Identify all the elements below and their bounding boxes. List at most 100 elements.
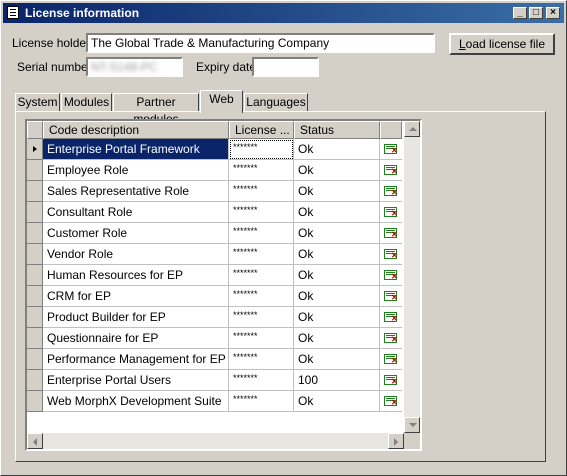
license-code-cell[interactable]: ******* [229, 202, 294, 223]
table-row[interactable]: Employee Role ******* Ok [27, 160, 402, 181]
license-edit-icon[interactable] [384, 249, 398, 260]
license-edit-icon[interactable] [384, 228, 398, 239]
action-cell[interactable] [380, 265, 402, 286]
license-edit-icon[interactable] [384, 312, 398, 323]
status-cell[interactable]: Ok [294, 202, 380, 223]
tab-partner-modules[interactable]: Partner modules [113, 93, 199, 126]
status-cell[interactable]: Ok [294, 139, 380, 160]
horizontal-scrollbar[interactable] [27, 433, 404, 449]
license-code-cell[interactable]: ******* [229, 307, 294, 328]
table-row[interactable]: Questionnaire for EP ******* Ok [27, 328, 402, 349]
license-edit-icon[interactable] [384, 396, 398, 407]
expiry-date-field[interactable] [252, 57, 319, 77]
license-code-cell[interactable]: ******* [229, 370, 294, 391]
close-button[interactable]: × [546, 7, 560, 19]
table-row[interactable]: Web MorphX Development Suite ******* Ok [27, 391, 402, 412]
action-cell[interactable] [380, 223, 402, 244]
row-selector[interactable] [27, 202, 43, 223]
license-grid[interactable]: Code description License ... Status Ente… [25, 119, 422, 451]
row-selector[interactable] [27, 307, 43, 328]
table-row[interactable]: Product Builder for EP ******* Ok [27, 307, 402, 328]
status-cell[interactable]: Ok [294, 286, 380, 307]
status-cell[interactable]: Ok [294, 349, 380, 370]
action-cell[interactable] [380, 160, 402, 181]
table-row[interactable]: CRM for EP ******* Ok [27, 286, 402, 307]
scroll-right-icon[interactable] [388, 433, 404, 449]
status-cell[interactable]: Ok [294, 307, 380, 328]
license-code-cell[interactable]: ******* [229, 391, 294, 412]
row-selector[interactable] [27, 328, 43, 349]
code-description-cell[interactable]: Human Resources for EP [43, 265, 229, 286]
table-row[interactable]: Sales Representative Role ******* Ok [27, 181, 402, 202]
action-cell[interactable] [380, 244, 402, 265]
scroll-left-icon[interactable] [27, 433, 43, 449]
license-code-cell[interactable]: ******* [229, 244, 294, 265]
tab-languages[interactable]: Languages [244, 93, 308, 112]
row-selector[interactable] [27, 139, 43, 160]
row-selector[interactable] [27, 244, 43, 265]
vertical-scrollbar[interactable] [404, 121, 420, 433]
code-description-cell[interactable]: Enterprise Portal Framework [43, 139, 229, 160]
row-selector[interactable] [27, 349, 43, 370]
license-edit-icon[interactable] [384, 333, 398, 344]
license-edit-icon[interactable] [384, 291, 398, 302]
action-cell[interactable] [380, 286, 402, 307]
table-row[interactable]: Performance Management for EP ******* Ok [27, 349, 402, 370]
table-row[interactable]: Enterprise Portal Framework ******* Ok [27, 139, 402, 160]
tab-web[interactable]: Web [200, 90, 243, 113]
code-description-cell[interactable]: Questionnaire for EP [43, 328, 229, 349]
license-code-cell[interactable]: ******* [229, 265, 294, 286]
action-cell[interactable] [380, 202, 402, 223]
tab-modules[interactable]: Modules [61, 93, 112, 112]
license-edit-icon[interactable] [384, 207, 398, 218]
minimize-button[interactable]: _ [513, 7, 527, 19]
license-code-cell[interactable]: ******* [229, 223, 294, 244]
status-cell[interactable]: Ok [294, 160, 380, 181]
row-selector[interactable] [27, 223, 43, 244]
license-edit-icon[interactable] [384, 354, 398, 365]
license-code-cell[interactable]: ******* [229, 349, 294, 370]
action-cell[interactable] [380, 328, 402, 349]
status-cell[interactable]: Ok [294, 265, 380, 286]
status-cell[interactable]: 100 [294, 370, 380, 391]
table-row[interactable]: Vendor Role ******* Ok [27, 244, 402, 265]
status-cell[interactable]: Ok [294, 328, 380, 349]
license-edit-icon[interactable] [384, 270, 398, 281]
table-row[interactable]: Human Resources for EP ******* Ok [27, 265, 402, 286]
license-code-cell[interactable]: ******* [229, 139, 294, 160]
scroll-up-icon[interactable] [404, 121, 420, 137]
license-code-cell[interactable]: ******* [229, 160, 294, 181]
license-edit-icon[interactable] [384, 375, 398, 386]
code-description-cell[interactable]: CRM for EP [43, 286, 229, 307]
action-cell[interactable] [380, 349, 402, 370]
row-selector[interactable] [27, 160, 43, 181]
row-selector[interactable] [27, 265, 43, 286]
code-description-cell[interactable]: Vendor Role [43, 244, 229, 265]
code-description-cell[interactable]: Product Builder for EP [43, 307, 229, 328]
table-row[interactable]: Customer Role ******* Ok [27, 223, 402, 244]
code-description-cell[interactable]: Performance Management for EP [43, 349, 229, 370]
row-selector[interactable] [27, 181, 43, 202]
code-description-cell[interactable]: Employee Role [43, 160, 229, 181]
action-cell[interactable] [380, 139, 402, 160]
license-edit-icon[interactable] [384, 186, 398, 197]
license-edit-icon[interactable] [384, 144, 398, 155]
code-description-cell[interactable]: Consultant Role [43, 202, 229, 223]
license-edit-icon[interactable] [384, 165, 398, 176]
action-cell[interactable] [380, 307, 402, 328]
code-description-cell[interactable]: Web MorphX Development Suite [43, 391, 229, 412]
code-description-cell[interactable]: Sales Representative Role [43, 181, 229, 202]
code-description-cell[interactable]: Enterprise Portal Users [43, 370, 229, 391]
load-license-file-button[interactable]: Load license file [449, 33, 555, 55]
action-cell[interactable] [380, 370, 402, 391]
license-code-cell[interactable]: ******* [229, 328, 294, 349]
column-header-code-description[interactable]: Code description [43, 121, 229, 139]
row-selector[interactable] [27, 391, 43, 412]
action-cell[interactable] [380, 391, 402, 412]
column-header-status[interactable]: Status [294, 121, 380, 139]
action-cell[interactable] [380, 181, 402, 202]
status-cell[interactable]: Ok [294, 181, 380, 202]
license-code-cell[interactable]: ******* [229, 181, 294, 202]
status-cell[interactable]: Ok [294, 223, 380, 244]
license-holder-field[interactable]: The Global Trade & Manufacturing Company [86, 33, 435, 53]
